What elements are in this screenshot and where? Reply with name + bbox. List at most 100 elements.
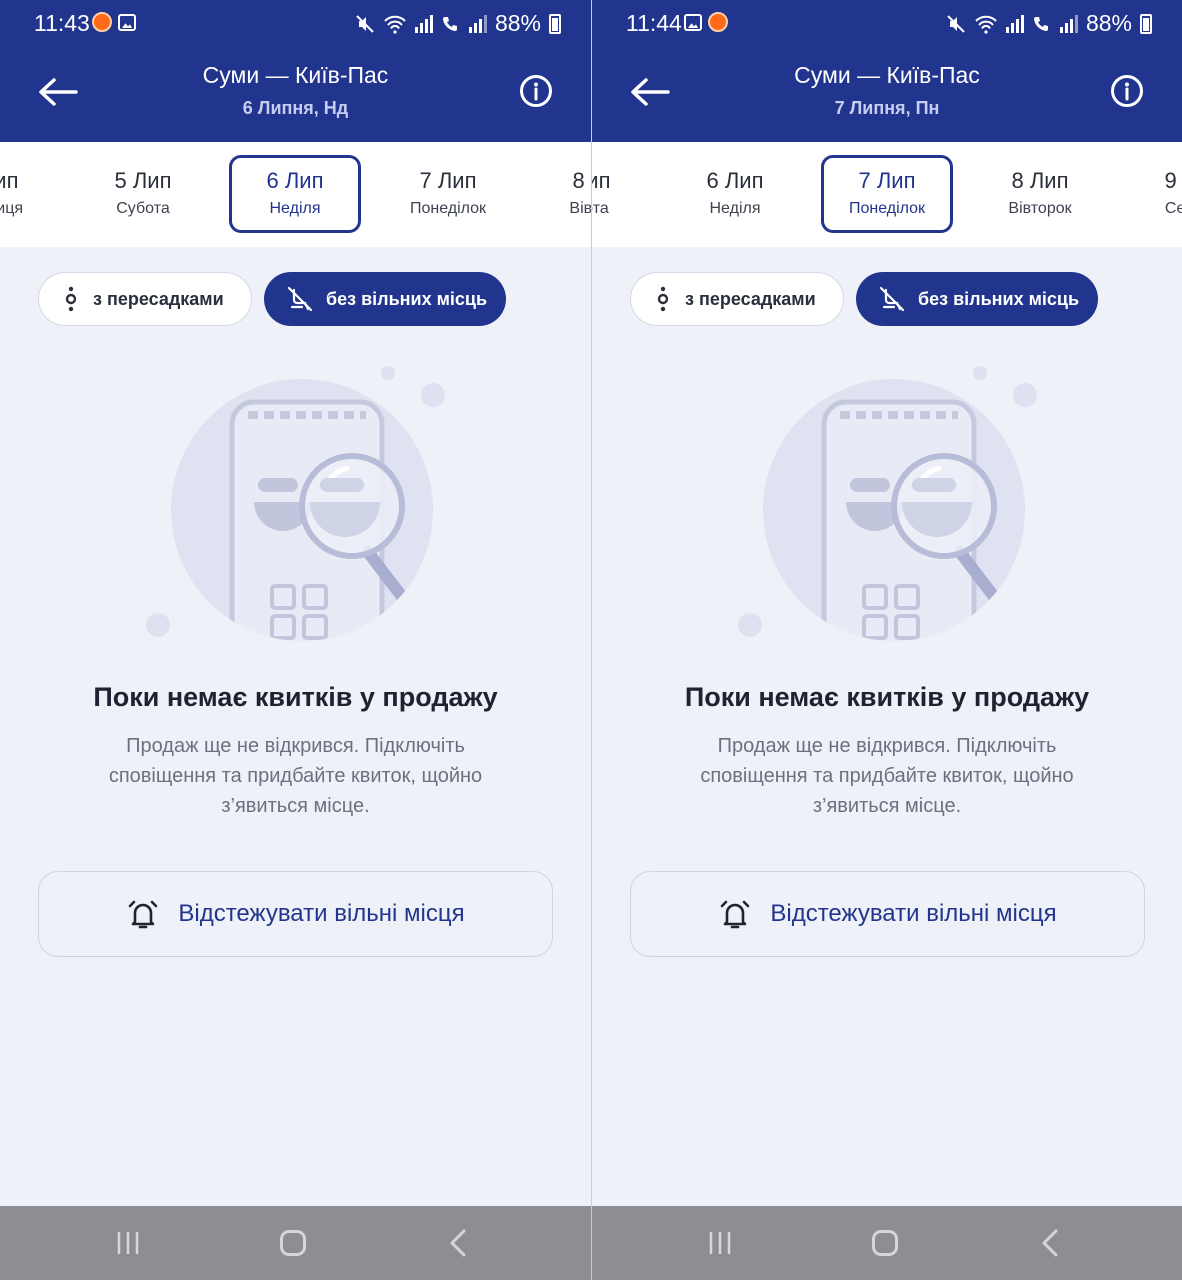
no-tickets-illustration: [146, 366, 445, 641]
date-day: 5 Лип: [592, 168, 611, 193]
battery-percent: 88%: [494, 10, 541, 36]
recent-apps-icon[interactable]: [116, 1231, 140, 1255]
app-header: 11:44 88% Суми — Київ-Пас 7 Липня, Пн: [592, 0, 1182, 142]
wifi-call-icon: [1033, 16, 1048, 31]
gallery-icon: [684, 14, 702, 31]
filter-transfers-chip[interactable]: з пересадками: [630, 272, 844, 326]
route-date: 7 Липня, Пн: [834, 98, 940, 118]
route-title: Суми — Київ-Пас: [202, 62, 389, 88]
system-nav-bar: [0, 1206, 591, 1280]
date-day: 6 Лип: [266, 168, 324, 193]
route-title: Суми — Київ-Пас: [794, 62, 980, 88]
empty-text-line: Продаж ще не відкрився. Підключіть: [126, 735, 465, 757]
app-header: 11:43 88% Суми — Київ-Пас 6 Липня, Нд: [0, 0, 591, 142]
status-app-icons: [92, 12, 136, 32]
home-icon[interactable]: [280, 1230, 306, 1256]
date-selector: 4 Лип П'ятниця 5 Лип Субота 6 Лип Неділя…: [0, 142, 591, 247]
filter-transfers-chip[interactable]: з пересадками: [38, 272, 252, 326]
date-day: 9 Лип: [1164, 168, 1182, 193]
date-weekday: Субота: [592, 200, 609, 217]
empty-text-line: сповіщення та придбайте квиток, щойно: [108, 765, 483, 787]
filter-no-seats-chip[interactable]: без вільних місць: [856, 272, 1098, 326]
transfer-route-icon: [65, 286, 77, 312]
date-item[interactable]: 8 Лип Вівторок: [974, 155, 1106, 233]
date-weekday: Понеділок: [848, 200, 926, 217]
date-weekday: Понеділок: [409, 200, 487, 217]
status-indicators: 88%: [355, 10, 561, 37]
signal-icon-2: [1059, 14, 1078, 33]
signal-icon: [414, 14, 433, 33]
track-button-label: Відстежувати вільні місця: [770, 900, 1057, 927]
nav-back-icon[interactable]: [1040, 1229, 1060, 1257]
route-date: 6 Липня, Нд: [242, 98, 349, 118]
date-weekday: П'ятниця: [0, 200, 24, 217]
signal-icon-2: [468, 14, 487, 33]
empty-state-text: Продаж ще не відкрився. Підключіть спові…: [652, 731, 1122, 821]
date-item[interactable]: 7 Лип Понеділок: [382, 155, 514, 233]
date-weekday: Неділя: [269, 200, 321, 217]
date-day: 8 Лип: [572, 168, 592, 193]
date-day: 7 Лип: [419, 168, 477, 193]
notification-app-icon: [708, 12, 728, 32]
info-icon[interactable]: [1110, 74, 1144, 108]
date-item[interactable]: 4 Лип П'ятниця: [0, 155, 56, 233]
wifi-icon: [975, 15, 997, 34]
bell-alarm-icon: [721, 900, 750, 929]
empty-text-line: сповіщення та придбайте квиток, щойно: [700, 765, 1074, 787]
filter-no-seats-label: без вільних місць: [918, 288, 1080, 309]
filter-transfers-label: з пересадками: [685, 288, 816, 309]
battery-percent: 88%: [1085, 10, 1132, 36]
date-weekday: Неділя: [709, 200, 761, 217]
date-item[interactable]: 9 Лип Середа: [1127, 155, 1182, 233]
empty-text-line: з’явиться місце.: [221, 795, 370, 817]
empty-state-title: Поки немає квитків у продажу: [684, 682, 1090, 712]
date-item-selected[interactable]: 7 Лип Понеділок: [821, 155, 953, 233]
transfer-route-icon: [657, 286, 669, 312]
no-seat-icon: [879, 286, 905, 312]
date-day: 6 Лип: [706, 168, 764, 193]
status-indicators: 88%: [946, 10, 1152, 37]
filter-no-seats-chip[interactable]: без вільних місць: [264, 272, 506, 326]
date-item[interactable]: 8 Лип Вівторок: [535, 155, 591, 233]
mute-icon: [947, 14, 965, 33]
gallery-icon: [118, 14, 136, 31]
date-item-selected[interactable]: 6 Лип Неділя: [229, 155, 361, 233]
date-item[interactable]: 5 Лип Субота: [592, 155, 648, 233]
track-free-seats-button[interactable]: Відстежувати вільні місця: [38, 871, 553, 957]
nav-back-icon[interactable]: [448, 1229, 468, 1257]
date-item[interactable]: 6 Лип Неділя: [669, 155, 801, 233]
date-day: 4 Лип: [0, 168, 19, 193]
wifi-call-icon: [442, 16, 457, 31]
no-seat-icon: [287, 286, 313, 312]
home-icon[interactable]: [872, 1230, 898, 1256]
battery-icon: [1140, 13, 1152, 34]
date-weekday: Вівторок: [1008, 200, 1072, 217]
signal-icon: [1005, 14, 1024, 33]
date-weekday: Субота: [116, 200, 170, 217]
date-item[interactable]: 5 Лип Субота: [77, 155, 209, 233]
date-day: 7 Лип: [858, 168, 916, 193]
recent-apps-icon[interactable]: [708, 1231, 732, 1255]
date-day: 5 Лип: [114, 168, 172, 193]
date-weekday: Вівторок: [569, 200, 591, 217]
track-free-seats-button[interactable]: Відстежувати вільні місця: [630, 871, 1145, 957]
status-time: 11:44: [626, 10, 682, 36]
empty-state-title: Поки немає квитків у продажу: [93, 682, 498, 712]
filter-no-seats-label: без вільних місць: [326, 288, 488, 309]
info-icon[interactable]: [519, 74, 553, 108]
notification-app-icon: [92, 12, 112, 32]
system-nav-bar: [592, 1206, 1182, 1280]
screen-right: 11:44 88% Суми — Київ-Пас 7 Липня, Пн 5: [591, 0, 1182, 1280]
no-tickets-illustration: [738, 366, 1037, 641]
screen-left: 11:43 88% Суми — Київ-Пас 6 Липня, Нд 4: [0, 0, 591, 1280]
filter-transfers-label: з пересадками: [93, 288, 224, 309]
status-time: 11:43: [34, 10, 90, 36]
bell-alarm-icon: [129, 900, 158, 929]
status-app-icons: [684, 12, 728, 32]
empty-text-line: з’явиться місце.: [812, 795, 962, 817]
empty-text-line: Продаж ще не відкрився. Підключіть: [717, 735, 1057, 757]
date-day: 8 Лип: [1011, 168, 1069, 193]
track-button-label: Відстежувати вільні місця: [178, 900, 465, 927]
date-selector: 5 Лип Субота 6 Лип Неділя 7 Лип Понеділо…: [592, 142, 1182, 247]
date-weekday: Середа: [1164, 200, 1182, 217]
